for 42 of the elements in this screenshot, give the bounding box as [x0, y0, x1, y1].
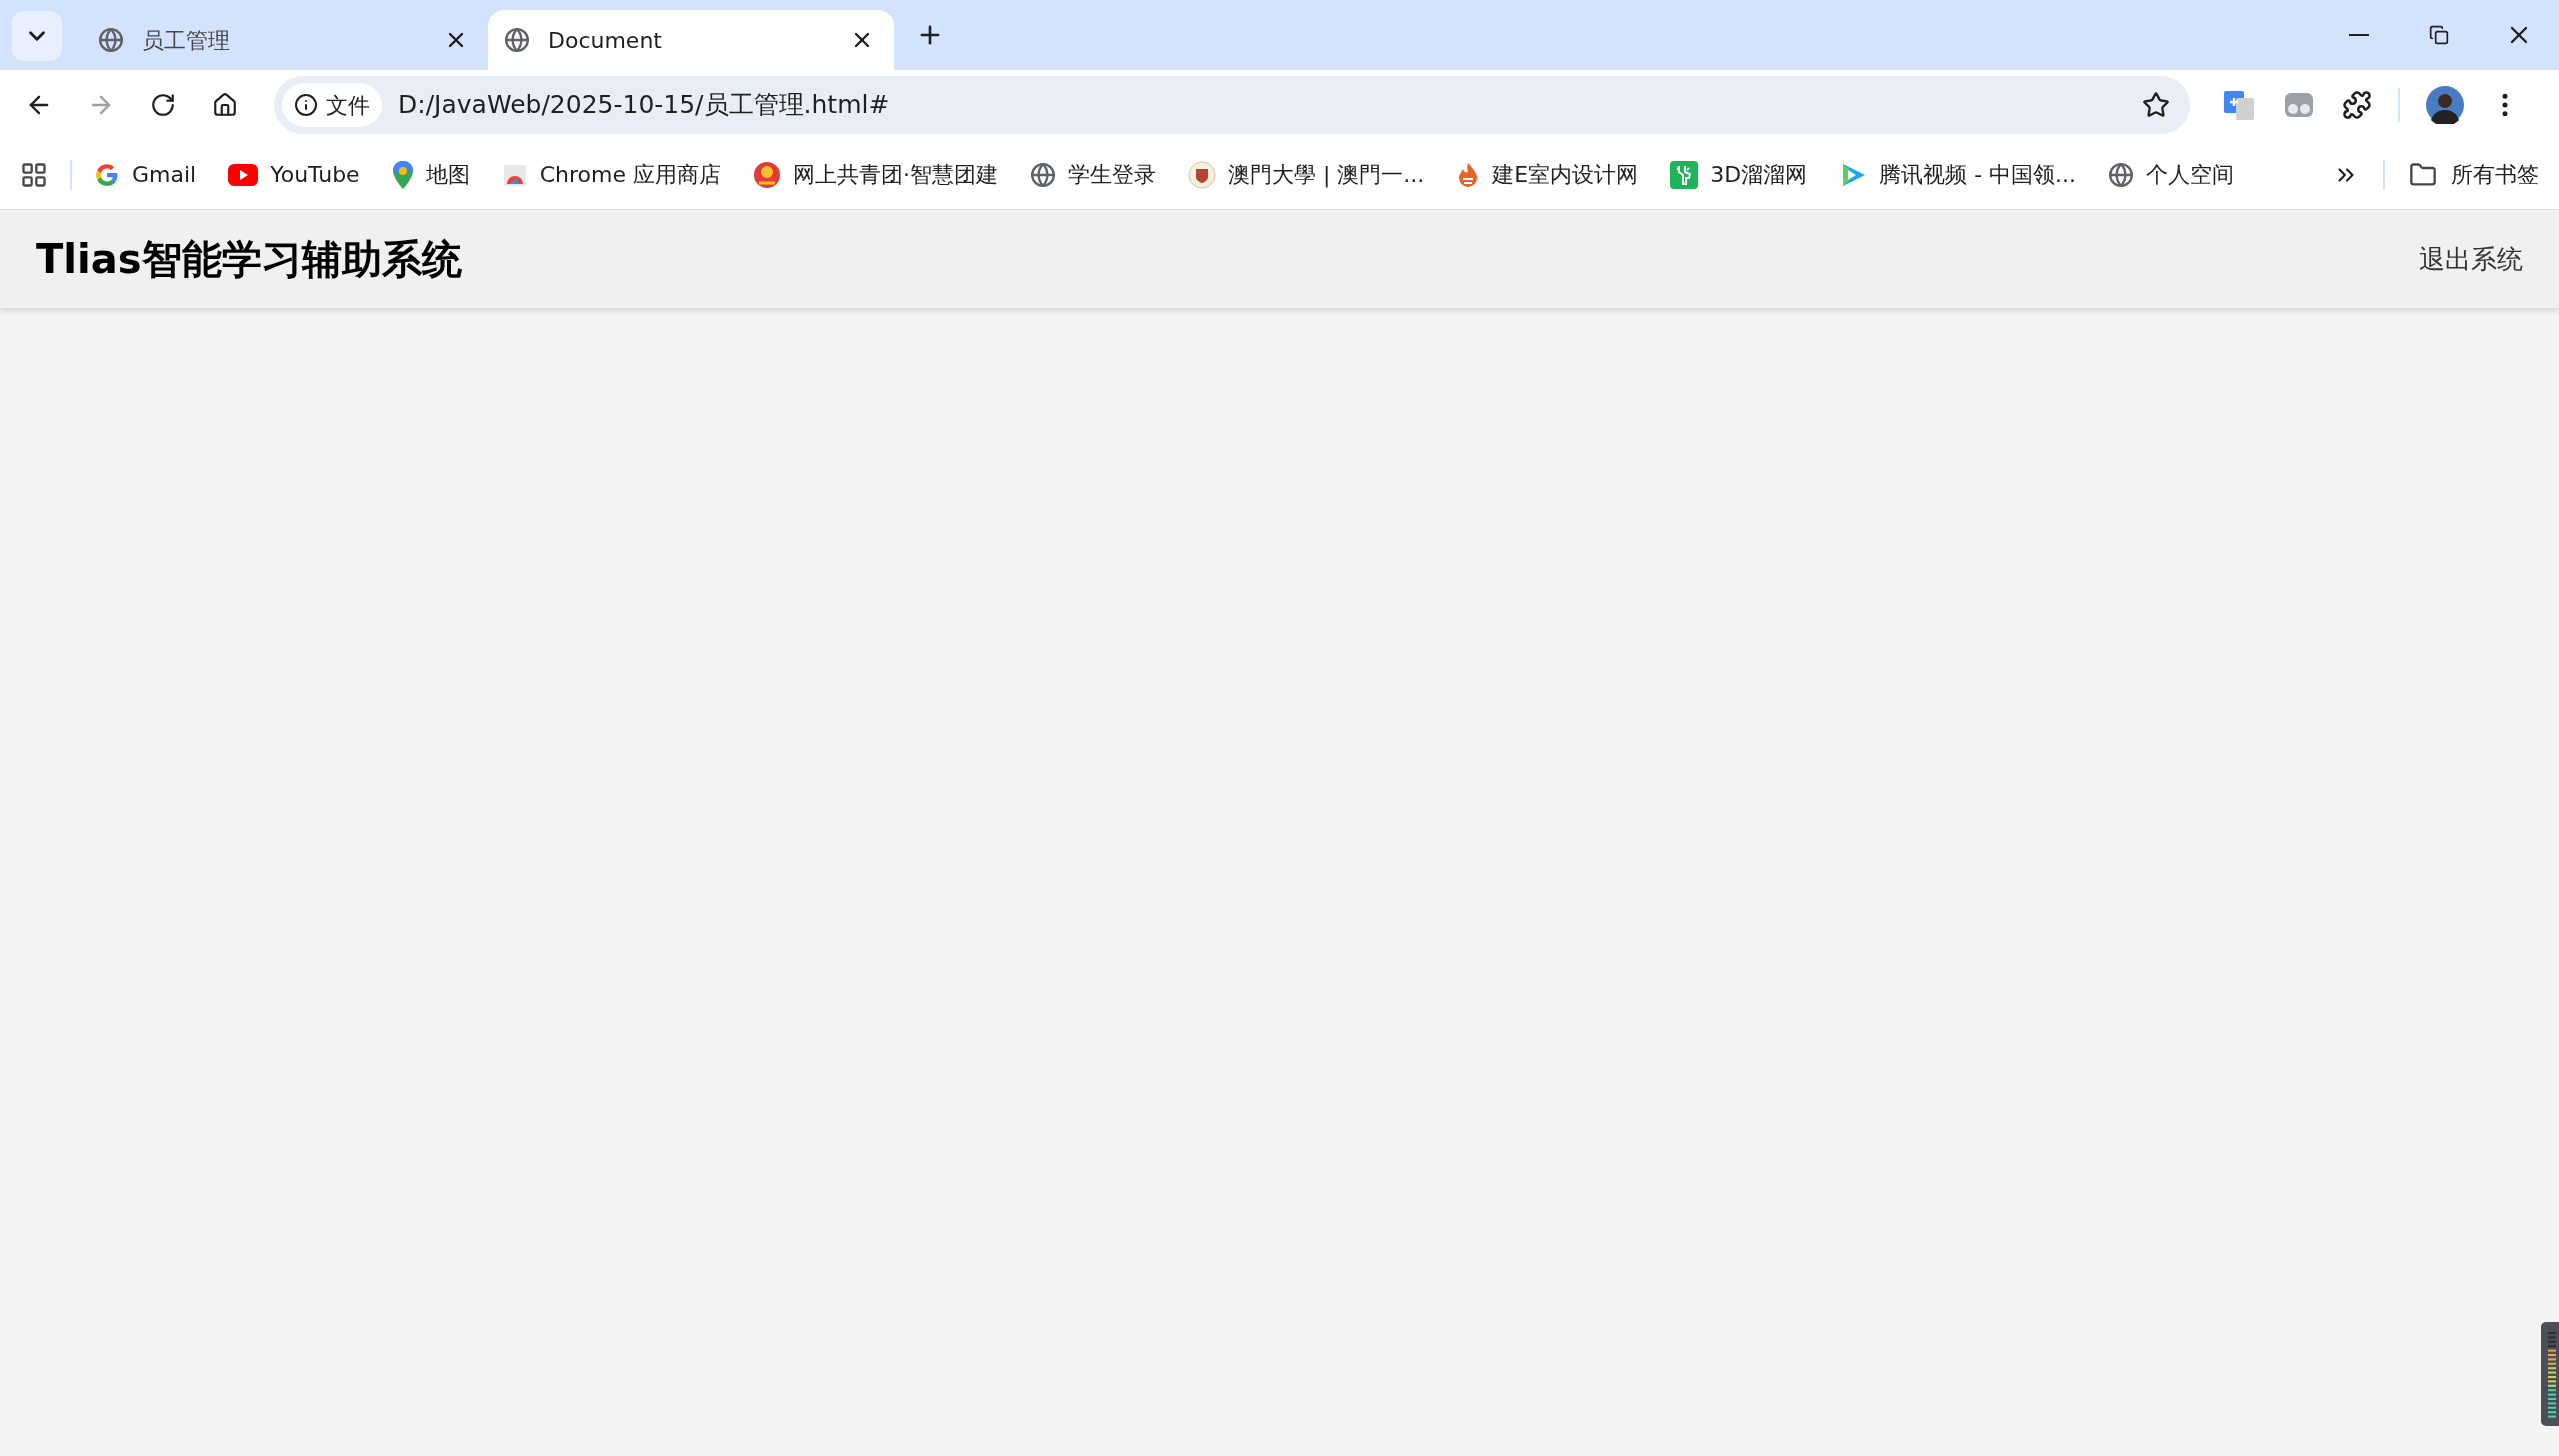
puzzle-icon[interactable]: [2342, 90, 2372, 120]
map-pin-icon: [391, 160, 414, 189]
translate-icon[interactable]: [2222, 88, 2256, 122]
bookmark-item[interactable]: 3D溜溜网: [1670, 158, 1808, 191]
info-icon: [294, 93, 318, 117]
apps-icon[interactable]: [20, 160, 48, 189]
bookmark-item[interactable]: 腾讯视频 - 中国领...: [1839, 158, 2077, 191]
emblem-icon: [752, 160, 781, 189]
system-title: Tlias智能学习辅助系统: [36, 235, 462, 284]
globe-icon: [98, 27, 124, 53]
bookmark-item[interactable]: 建E室内设计网: [1456, 158, 1639, 191]
bookmark-item[interactable]: YouTube: [228, 158, 360, 191]
address-bar[interactable]: 文件 D:/JavaWeb/2025-10-15/员工管理.html#: [274, 76, 2190, 134]
youtube-icon: [228, 163, 259, 186]
globe-icon: [1029, 161, 1056, 188]
tab-title: 员工管理: [142, 26, 231, 55]
reload-icon: [150, 92, 176, 118]
logout-link[interactable]: 退出系统: [2419, 239, 2523, 279]
browser-tab[interactable]: 员工管理: [82, 10, 488, 70]
crest-icon: [1187, 160, 1216, 189]
bookmark-item[interactable]: 网上共青团·智慧团建: [752, 158, 998, 191]
bookmark-item[interactable]: 澳門大學 | 澳門一...: [1187, 158, 1425, 191]
globe-icon: [2108, 161, 2135, 188]
bookmark-item[interactable]: 地图: [391, 158, 470, 191]
bookmark-item[interactable]: 学生登录: [1029, 158, 1156, 191]
tab-title: Document: [548, 26, 663, 55]
avatar-icon[interactable]: [2426, 86, 2464, 124]
globe-icon: [504, 27, 530, 53]
tab-list-button[interactable]: [12, 11, 62, 61]
folder-icon: [2409, 160, 2437, 189]
site-info-chip[interactable]: 文件: [282, 83, 382, 127]
home-icon: [212, 92, 238, 118]
url-text: D:/JavaWeb/2025-10-15/员工管理.html#: [398, 89, 891, 122]
google-icon: [94, 161, 120, 188]
bookmark-star-icon[interactable]: [2142, 91, 2170, 119]
bookmark-item[interactable]: 个人空间: [2108, 158, 2235, 191]
minimize-icon: [2349, 34, 2369, 36]
all-bookmarks-button[interactable]: 所有书签: [2409, 158, 2539, 191]
bookmark-item[interactable]: Chrome 应用商店: [501, 158, 721, 191]
bookmark-item[interactable]: Gmail: [94, 158, 197, 191]
restore-icon: [2429, 25, 2449, 45]
browser-tab[interactable]: Document: [488, 10, 894, 70]
